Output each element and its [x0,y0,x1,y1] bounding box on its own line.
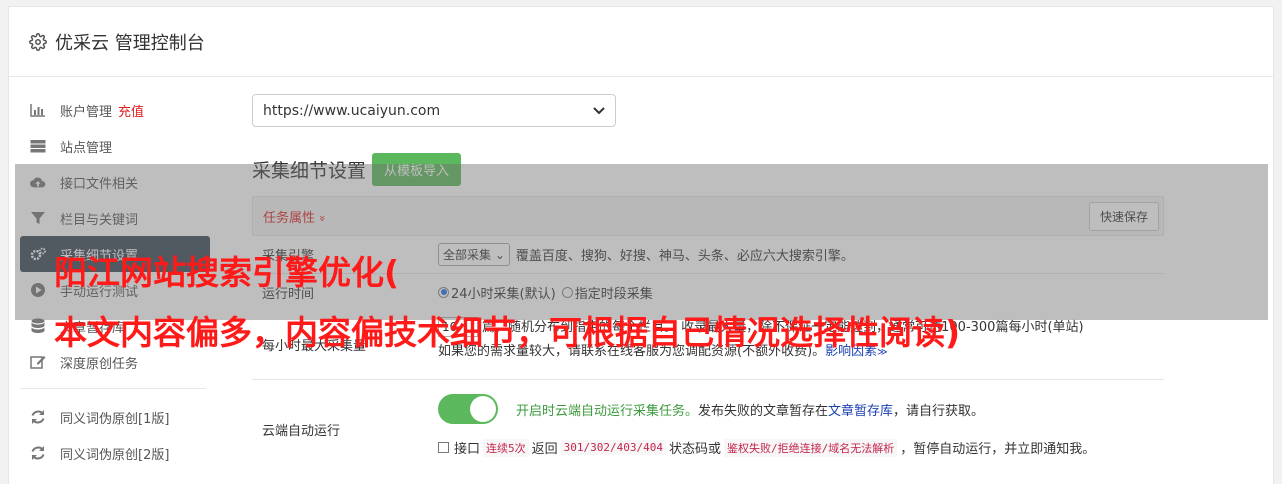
watermark-overlay [15,164,1268,320]
bar-chart-icon [30,102,46,118]
server-icon [30,138,46,154]
sidebar-item-account[interactable]: 账户管理 充值 [20,92,210,128]
gear-icon [29,32,47,51]
overlay-title-line2: 本文内容偏多，内容偏技术细节，可根据自己情况选择性阅读) [54,313,961,352]
article-store-link[interactable]: 文章暂存库 [828,400,893,419]
pause-notify-checkbox[interactable] [438,442,449,453]
recharge-link[interactable]: 充值 [118,101,144,120]
database-icon [30,318,46,334]
row-cloud-run: 云端自动运行 开启时云端自动运行采集任务。 发布失败的文章暂存在 文章暂存库 ，… [252,380,1164,470]
overlay-title-line1: 阳江网站搜索引擎优化( [54,253,400,292]
sidebar-item-label: 账户管理 [60,104,113,120]
panel-header: 优采云 管理控制台 [9,7,1273,77]
pause-text-mid1: 返回 [531,442,558,457]
site-select[interactable]: https://www.ucaiyun.com [252,94,616,127]
pause-text-prefix: 接口 [454,442,481,457]
pause-text-tail: ，暂停自动运行，并立即通知我。 [900,442,1096,457]
row-key: 云端自动运行 [262,423,341,439]
code-auth-fail: 鉴权失败/拒绝连接/域名无法解析 [724,438,898,457]
sidebar-divider [20,388,206,389]
sidebar-item-sites[interactable]: 站点管理 [20,128,210,164]
cloud-run-text1: 发布失败的文章暂存在 [698,403,829,419]
code-status: 301/302/403/404 [560,440,666,455]
cloud-run-toggle[interactable] [438,394,498,424]
sidebar-item-label: 同义词伪原创[2版] [60,447,170,463]
page-title: 优采云 管理控制台 [55,32,205,54]
code-consecutive: 连续5次 [483,438,529,457]
refresh-icon [30,445,46,461]
sidebar-item-label: 站点管理 [60,140,113,156]
pause-text-mid2: 状态码或 [669,442,722,457]
edit-icon [30,354,46,370]
site-select-value: https://www.ucaiyun.com [263,102,441,119]
sidebar-item-synonym-v1[interactable]: 同义词伪原创[1版] [20,399,210,435]
refresh-icon [30,409,46,425]
cloud-run-green-text: 开启时云端自动运行采集任务。 [516,403,699,419]
cloud-run-text2: ，请自行获取。 [893,403,985,419]
sidebar-item-label: 同义词伪原创[1版] [60,411,170,427]
chevron-down-icon [593,106,605,114]
sidebar-item-label: 深度原创任务 [60,356,139,372]
sidebar-item-synonym-v2[interactable]: 同义词伪原创[2版] [20,435,210,471]
